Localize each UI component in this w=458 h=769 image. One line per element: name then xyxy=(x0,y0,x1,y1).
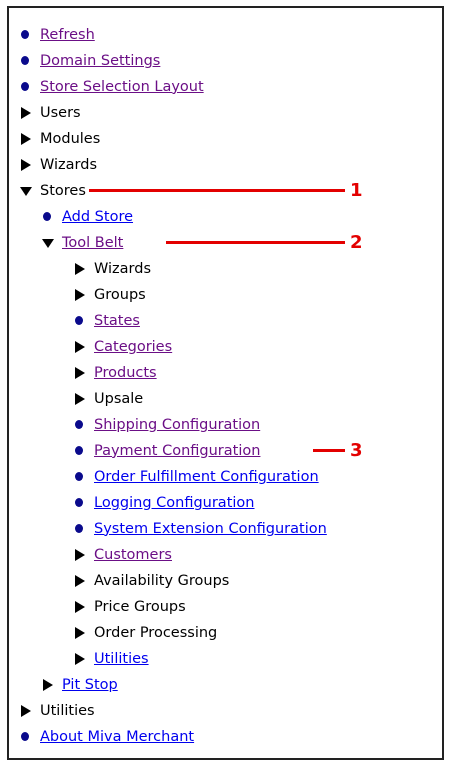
callout-line-2 xyxy=(166,241,345,244)
expand-arrow-icon[interactable] xyxy=(20,705,32,717)
tree-item-payment-configuration[interactable]: Payment Configuration xyxy=(74,438,260,464)
bullet-icon xyxy=(74,419,86,431)
expand-arrow-icon[interactable] xyxy=(74,263,86,275)
wizards-label: Wizards xyxy=(40,156,98,173)
order-processing-label: Order Processing xyxy=(94,624,218,641)
refresh-link[interactable]: Refresh xyxy=(40,28,95,43)
tree-item-refresh[interactable]: Refresh xyxy=(20,22,95,48)
bullet-icon xyxy=(42,211,54,223)
store-selection-layout-link[interactable]: Store Selection Layout xyxy=(40,80,204,95)
tree-item-availability-groups[interactable]: Availability Groups xyxy=(74,568,229,594)
tree-item-users[interactable]: Users xyxy=(20,100,81,126)
modules-label: Modules xyxy=(40,130,101,147)
expand-arrow-icon[interactable] xyxy=(20,133,32,145)
collapse-arrow-icon[interactable] xyxy=(20,185,32,197)
pit-stop-link[interactable]: Pit Stop xyxy=(62,678,118,693)
expand-arrow-icon[interactable] xyxy=(20,107,32,119)
tree-item-groups[interactable]: Groups xyxy=(74,282,146,308)
tree-item-price-groups[interactable]: Price Groups xyxy=(74,594,186,620)
utilities-label: Utilities xyxy=(40,702,95,719)
toolbelt-wizards-label: Wizards xyxy=(94,260,152,277)
tree-item-toolbelt-utilities[interactable]: Utilities xyxy=(74,646,149,672)
expand-arrow-icon[interactable] xyxy=(20,159,32,171)
tree-item-categories[interactable]: Categories xyxy=(74,334,172,360)
order-fulfillment-configuration-link[interactable]: Order Fulfillment Configuration xyxy=(94,470,319,485)
callout-number-1: 1 xyxy=(350,180,363,201)
stores-label: Stores xyxy=(40,182,86,199)
tree-item-tool-belt[interactable]: Tool Belt xyxy=(42,230,123,256)
tree-item-logging-configuration[interactable]: Logging Configuration xyxy=(74,490,254,516)
tree-item-system-extension-configuration[interactable]: System Extension Configuration xyxy=(74,516,327,542)
tree-item-add-store[interactable]: Add Store xyxy=(42,204,133,230)
expand-arrow-icon[interactable] xyxy=(74,627,86,639)
price-groups-label: Price Groups xyxy=(94,598,186,615)
collapse-arrow-icon[interactable] xyxy=(42,237,54,249)
products-link[interactable]: Products xyxy=(94,366,157,381)
tree-item-toolbelt-wizards[interactable]: Wizards xyxy=(74,256,151,282)
tree-item-order-fulfillment-configuration[interactable]: Order Fulfillment Configuration xyxy=(74,464,319,490)
toolbelt-utilities-link[interactable]: Utilities xyxy=(94,652,149,667)
tree-item-shipping-configuration[interactable]: Shipping Configuration xyxy=(74,412,260,438)
expand-arrow-icon[interactable] xyxy=(74,289,86,301)
tree-item-order-processing[interactable]: Order Processing xyxy=(74,620,217,646)
tree-item-states[interactable]: States xyxy=(74,308,140,334)
tree-item-upsale[interactable]: Upsale xyxy=(74,386,143,412)
tree-item-about-miva-merchant[interactable]: About Miva Merchant xyxy=(20,724,194,750)
shipping-configuration-link[interactable]: Shipping Configuration xyxy=(94,418,260,433)
bullet-icon xyxy=(20,731,32,743)
upsale-label: Upsale xyxy=(94,390,144,407)
about-miva-merchant-link[interactable]: About Miva Merchant xyxy=(40,730,194,745)
customers-link[interactable]: Customers xyxy=(94,548,172,563)
groups-label: Groups xyxy=(94,286,146,303)
categories-link[interactable]: Categories xyxy=(94,340,172,355)
tree-item-customers[interactable]: Customers xyxy=(74,542,172,568)
bullet-icon xyxy=(74,497,86,509)
callout-line-3 xyxy=(313,449,345,452)
tree-item-wizards[interactable]: Wizards xyxy=(20,152,97,178)
system-extension-configuration-link[interactable]: System Extension Configuration xyxy=(94,522,327,537)
availability-groups-label: Availability Groups xyxy=(94,572,230,589)
tree-item-modules[interactable]: Modules xyxy=(20,126,100,152)
tree-item-domain-settings[interactable]: Domain Settings xyxy=(20,48,160,74)
expand-arrow-icon[interactable] xyxy=(42,679,54,691)
expand-arrow-icon[interactable] xyxy=(74,549,86,561)
bullet-icon xyxy=(20,29,32,41)
expand-arrow-icon[interactable] xyxy=(74,393,86,405)
callout-number-2: 2 xyxy=(350,232,363,253)
logging-configuration-link[interactable]: Logging Configuration xyxy=(94,496,254,511)
tree-item-pit-stop[interactable]: Pit Stop xyxy=(42,672,118,698)
bullet-icon xyxy=(74,471,86,483)
expand-arrow-icon[interactable] xyxy=(74,653,86,665)
expand-arrow-icon[interactable] xyxy=(74,367,86,379)
tree-item-products[interactable]: Products xyxy=(74,360,157,386)
states-link[interactable]: States xyxy=(94,314,140,329)
expand-arrow-icon[interactable] xyxy=(74,601,86,613)
users-label: Users xyxy=(40,104,81,121)
domain-settings-link[interactable]: Domain Settings xyxy=(40,54,160,69)
tree-item-utilities[interactable]: Utilities xyxy=(20,698,95,724)
bullet-icon xyxy=(74,523,86,535)
tree-item-stores[interactable]: Stores xyxy=(20,178,86,204)
expand-arrow-icon[interactable] xyxy=(74,575,86,587)
bullet-icon xyxy=(74,315,86,327)
expand-arrow-icon[interactable] xyxy=(74,341,86,353)
tool-belt-link[interactable]: Tool Belt xyxy=(62,236,123,251)
bullet-icon xyxy=(20,81,32,93)
payment-configuration-link[interactable]: Payment Configuration xyxy=(94,444,260,459)
callout-line-1 xyxy=(89,189,345,192)
tree-item-store-selection-layout[interactable]: Store Selection Layout xyxy=(20,74,204,100)
bullet-icon xyxy=(74,445,86,457)
bullet-icon xyxy=(20,55,32,67)
add-store-link[interactable]: Add Store xyxy=(62,210,133,225)
callout-number-3: 3 xyxy=(350,440,363,461)
